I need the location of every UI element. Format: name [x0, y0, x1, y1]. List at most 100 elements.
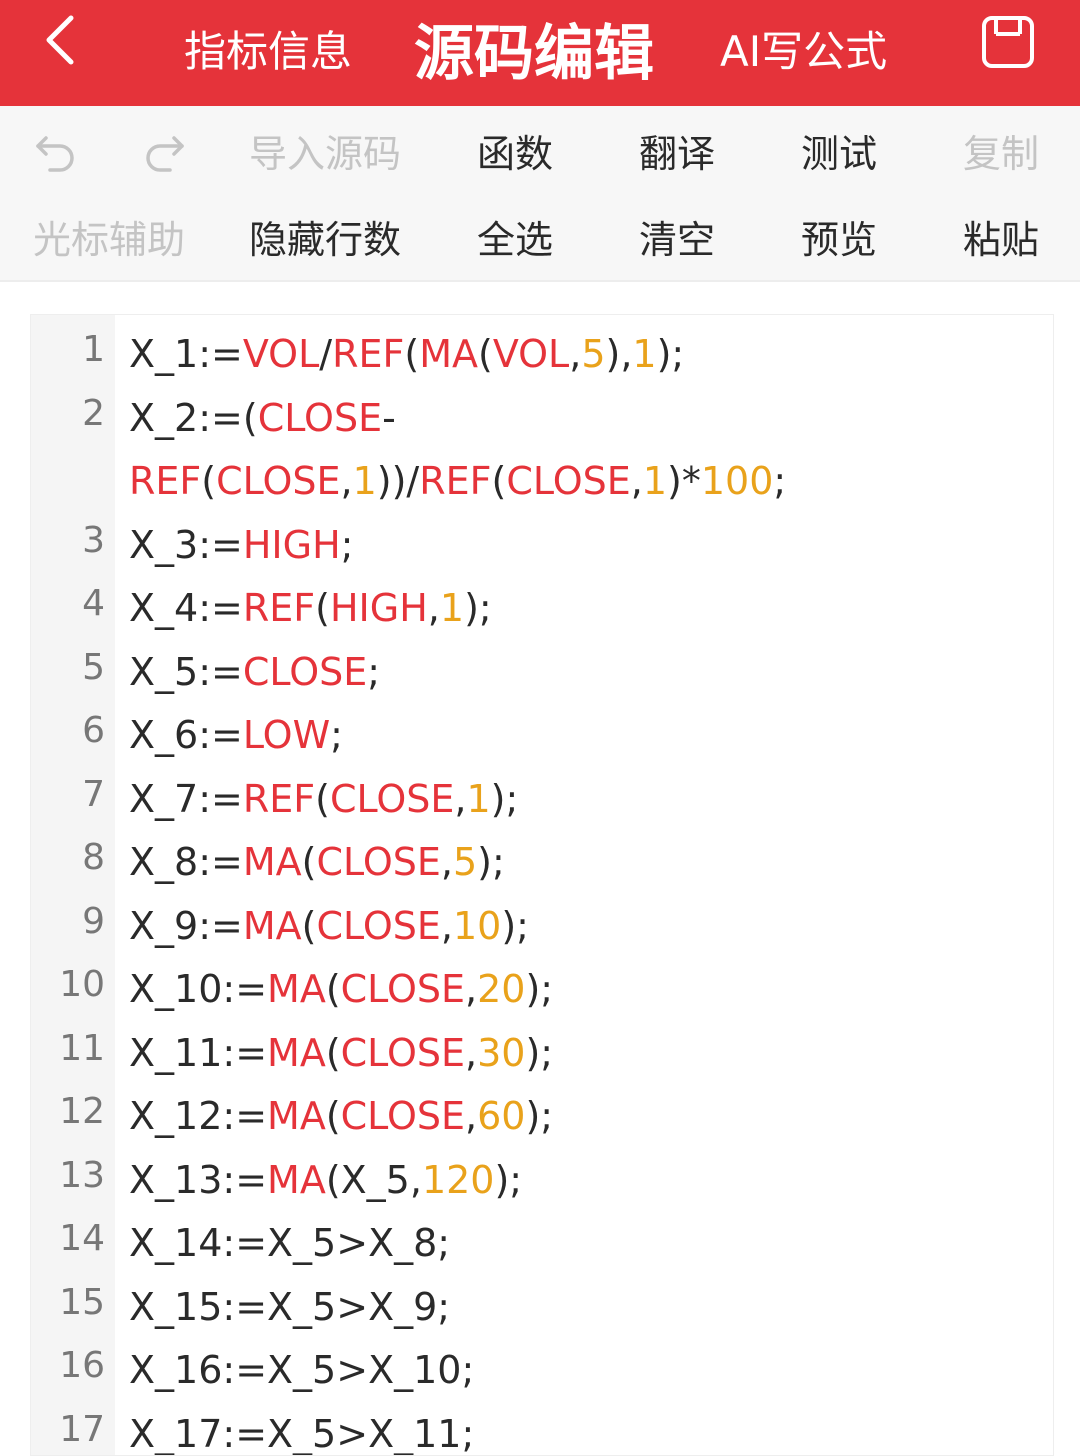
code-keyword: CLOSE — [330, 777, 454, 821]
code-token: X_12:= — [129, 1094, 267, 1138]
code-line[interactable]: 7X_7:=REF(CLOSE,1); — [31, 768, 1053, 832]
code-text[interactable]: X_10:=MA(CLOSE,20); — [129, 958, 1053, 1022]
functions-button[interactable]: 函数 — [470, 110, 560, 190]
code-token: , — [441, 840, 453, 884]
code-text[interactable]: X_4:=REF(HIGH,1); — [129, 577, 1053, 641]
code-text[interactable]: X_9:=MA(CLOSE,10); — [129, 895, 1053, 959]
code-number: 100 — [701, 459, 774, 503]
code-keyword: CLOSE — [216, 459, 340, 503]
paste-button[interactable]: 粘贴 — [956, 196, 1046, 276]
test-button[interactable]: 测试 — [794, 110, 884, 190]
code-token: ( — [404, 332, 419, 376]
code-token: , — [631, 459, 643, 503]
code-token: X_5:= — [129, 650, 243, 694]
code-text[interactable]: X_12:=MA(CLOSE,60); — [129, 1085, 1053, 1149]
cursor-assist-button[interactable]: 光标辅助 — [24, 196, 194, 276]
code-token: ); — [501, 904, 529, 948]
code-line[interactable]: 3 X_3:=HIGH; — [31, 514, 1053, 578]
code-text[interactable]: X_6:=LOW; — [129, 704, 1053, 768]
code-keyword: REF — [129, 459, 201, 503]
code-keyword: REF — [419, 459, 491, 503]
back-button[interactable] — [38, 12, 84, 68]
code-text[interactable]: X_5:=CLOSE; — [129, 641, 1053, 705]
code-keyword: MA — [243, 840, 302, 884]
code-line[interactable]: 15 X_15:=X_5>X_9; — [31, 1276, 1053, 1340]
tab-indicator-info[interactable]: 指标信息 — [184, 0, 352, 96]
code-line[interactable]: 17 X_17:=X_5>X_11; — [31, 1403, 1053, 1456]
code-number: 1 — [643, 459, 667, 503]
code-number: 5 — [453, 840, 477, 884]
code-text[interactable]: X_16:=X_5>X_10; — [129, 1339, 1053, 1403]
code-token: ), — [606, 332, 633, 376]
code-text[interactable]: X_13:=MA(X_5,120); — [129, 1149, 1053, 1213]
code-line[interactable]: 11X_11:=MA(CLOSE,30); — [31, 1022, 1053, 1086]
code-token: ); — [477, 840, 505, 884]
code-token: X_14:=X_5>X_8; — [129, 1221, 450, 1265]
hide-line-numbers-button[interactable]: 隐藏行数 — [240, 196, 410, 276]
redo-button[interactable] — [136, 110, 192, 190]
code-line[interactable]: 12 X_12:=MA(CLOSE,60); — [31, 1085, 1053, 1149]
code-token: ))/ — [377, 459, 419, 503]
code-number: 1 — [353, 459, 377, 503]
save-button[interactable] — [980, 14, 1036, 70]
import-source-button[interactable]: 导入源码 — [240, 110, 410, 190]
copy-button[interactable]: 复制 — [956, 110, 1046, 190]
line-number: 17 — [31, 1409, 105, 1450]
code-number: 20 — [477, 967, 525, 1011]
code-text[interactable]: X_15:=X_5>X_9; — [129, 1276, 1053, 1340]
preview-button[interactable]: 预览 — [794, 196, 884, 276]
code-line[interactable]: 6 X_6:=LOW; — [31, 704, 1053, 768]
code-token: X_16:=X_5>X_10; — [129, 1348, 474, 1392]
code-line[interactable]: 14X_14:=X_5>X_8; — [31, 1212, 1053, 1276]
code-keyword: CLOSE — [316, 840, 440, 884]
code-lines[interactable]: 1X_1:=VOL/REF(MA(VOL,5),1);2X_2:=(CLOSE-… — [31, 323, 1053, 1456]
code-token: X_7:= — [129, 777, 243, 821]
code-text[interactable]: X_17:=X_5>X_11; — [129, 1403, 1053, 1456]
code-line[interactable]: 10 X_10:=MA(CLOSE,20); — [31, 958, 1053, 1022]
code-line[interactable]: 8X_8:=MA(CLOSE,5); — [31, 831, 1053, 895]
line-number: 10 — [31, 964, 105, 1005]
code-line[interactable]: 9X_9:=MA(CLOSE,10); — [31, 895, 1053, 959]
code-number: 1 — [632, 332, 656, 376]
line-number: 4 — [31, 583, 105, 624]
code-token: ; — [367, 650, 380, 694]
code-text[interactable]: X_14:=X_5>X_8; — [129, 1212, 1053, 1276]
undo-button[interactable] — [28, 110, 84, 190]
code-token: ( — [492, 459, 507, 503]
code-line[interactable]: 2X_2:=(CLOSE- REF(CLOSE,1))/REF(CLOSE,1)… — [31, 387, 1053, 514]
tab-ai-formula[interactable]: AI写公式 — [720, 0, 887, 96]
code-text[interactable]: X_7:=REF(CLOSE,1); — [129, 768, 1053, 832]
code-text[interactable]: X_3:=HIGH; — [129, 514, 1053, 578]
clear-button[interactable]: 清空 — [632, 196, 722, 276]
code-keyword: CLOSE — [258, 396, 382, 440]
code-token: , — [341, 459, 353, 503]
code-line[interactable]: 5X_5:=CLOSE; — [31, 641, 1053, 705]
code-token: ); — [657, 332, 685, 376]
code-line[interactable]: 13X_13:=MA(X_5,120); — [31, 1149, 1053, 1213]
tab-source-edit[interactable]: 源码编辑 — [414, 0, 654, 96]
code-text[interactable]: X_11:=MA(CLOSE,30); — [129, 1022, 1053, 1086]
code-text[interactable]: X_2:=(CLOSE- REF(CLOSE,1))/REF(CLOSE,1)*… — [129, 387, 1053, 514]
code-token: ); — [491, 777, 519, 821]
code-token: X_13:= — [129, 1158, 267, 1202]
select-all-button[interactable]: 全选 — [470, 196, 560, 276]
code-text[interactable]: X_8:=MA(CLOSE,5); — [129, 831, 1053, 895]
code-token: X_2:=( — [129, 396, 258, 440]
code-text[interactable]: X_1:=VOL/REF(MA(VOL,5),1); — [129, 323, 1053, 387]
code-keyword: VOL — [493, 332, 569, 376]
code-number: 30 — [477, 1031, 525, 1075]
code-line[interactable]: 16X_16:=X_5>X_10; — [31, 1339, 1053, 1403]
code-token: , — [465, 1031, 477, 1075]
line-number: 6 — [31, 710, 105, 751]
line-number: 12 — [31, 1091, 105, 1132]
code-number: 5 — [581, 332, 605, 376]
code-token: ; — [341, 523, 354, 567]
code-line[interactable]: 1X_1:=VOL/REF(MA(VOL,5),1); — [31, 323, 1053, 387]
translate-button[interactable]: 翻译 — [632, 110, 722, 190]
line-number: 15 — [31, 1282, 105, 1323]
code-line[interactable]: 4 X_4:=REF(HIGH,1); — [31, 577, 1053, 641]
code-editor[interactable]: 1X_1:=VOL/REF(MA(VOL,5),1);2X_2:=(CLOSE-… — [30, 314, 1054, 1456]
code-token: X_4:= — [129, 586, 243, 630]
line-number: 3 — [31, 520, 105, 561]
code-keyword: VOL — [243, 332, 319, 376]
